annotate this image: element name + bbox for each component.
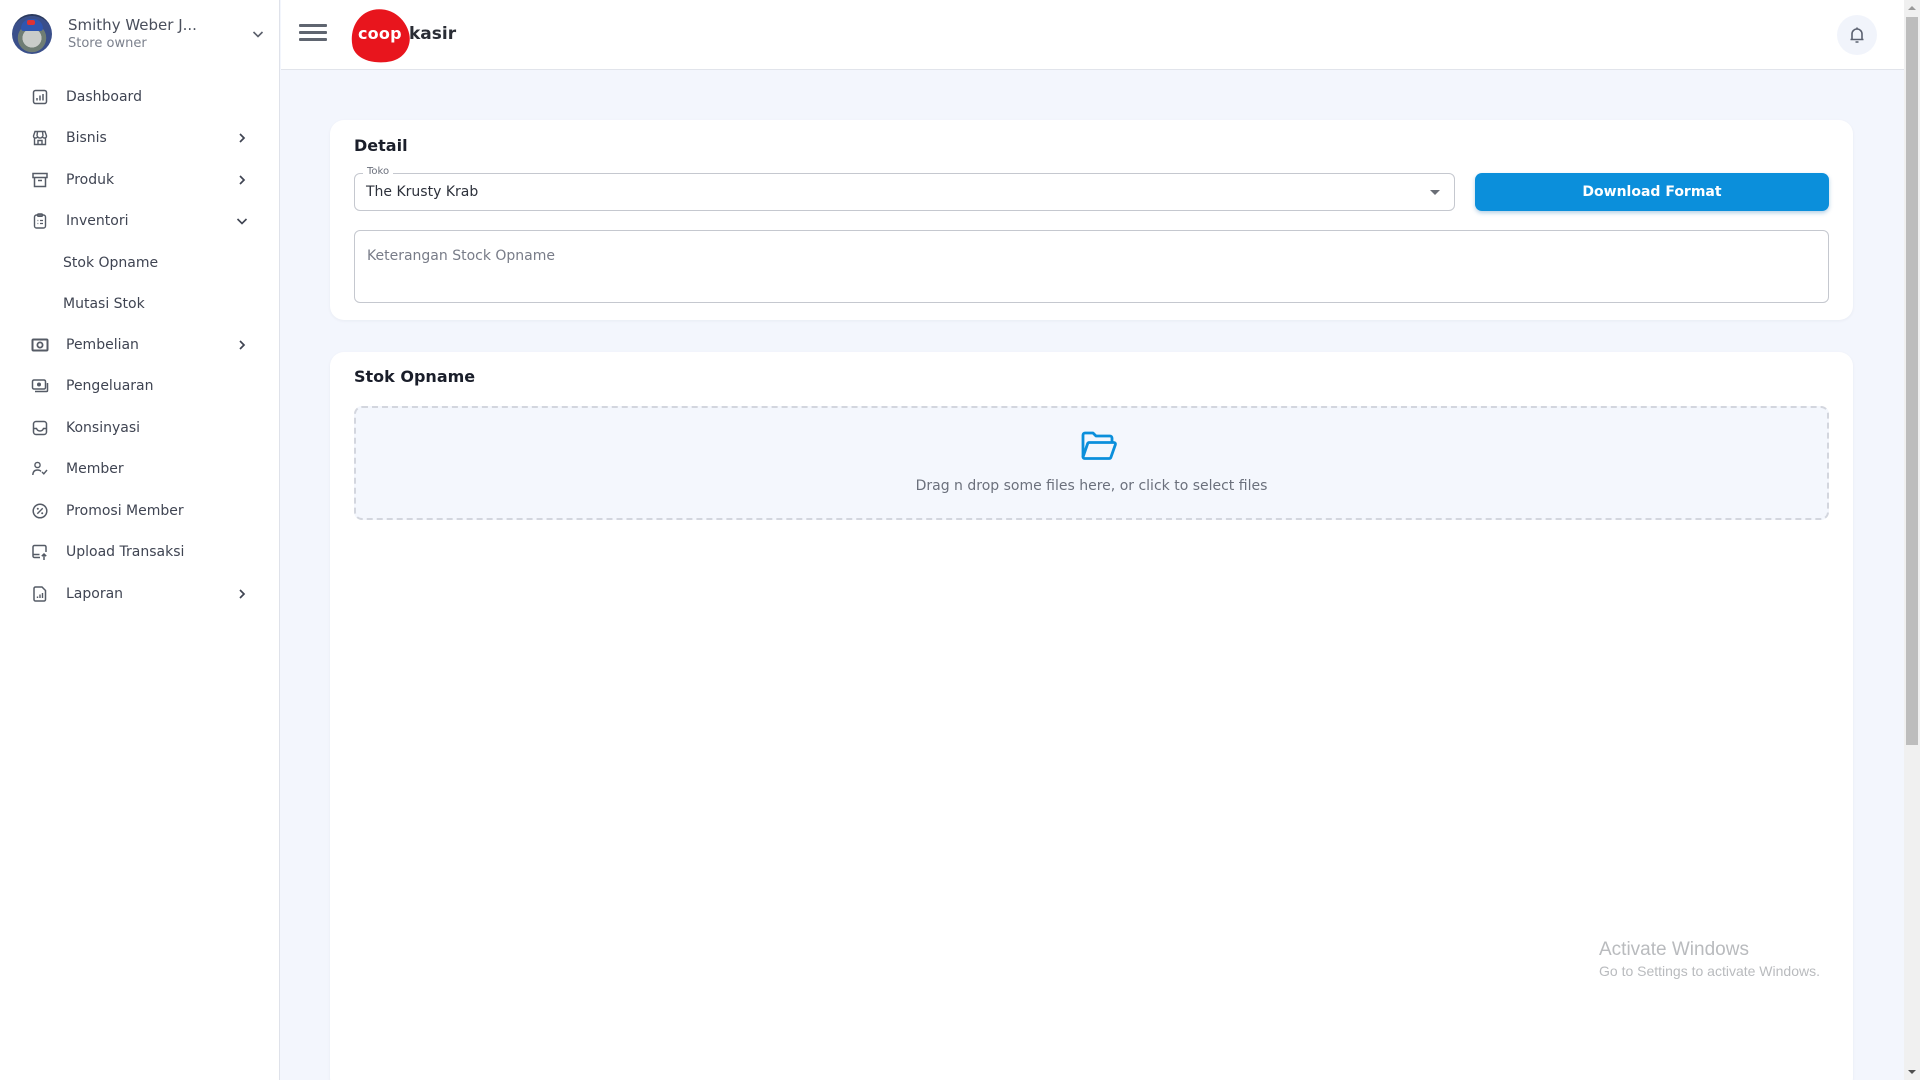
sidebar-item-konsinyasi[interactable]: Konsinyasi: [0, 407, 280, 449]
scrollbar-thumb[interactable]: [1906, 17, 1918, 745]
sidebar-item-label: Pembelian: [66, 336, 139, 353]
detail-card: Detail Toko The Krusty Krab Download For…: [330, 120, 1853, 320]
keterangan-placeholder: Keterangan Stock Opname: [367, 248, 556, 264]
download-format-button[interactable]: Download Format: [1475, 173, 1829, 211]
page-scrollbar[interactable]: [1904, 0, 1920, 1080]
watermark-title: Activate Windows: [1599, 939, 1749, 960]
sidebar-item-pembelian[interactable]: Pembelian: [0, 324, 280, 366]
notification-bell-icon[interactable]: [1837, 15, 1877, 55]
sidebar-item-produk[interactable]: Produk: [0, 159, 280, 201]
sidebar-item-label: Upload Transaksi: [66, 544, 185, 561]
chevron-right-icon: [234, 586, 250, 602]
chevron-right-icon: [234, 172, 250, 188]
sidebar: Smithy Weber J... Store owner Dashboard …: [0, 0, 280, 1080]
caret-down-icon: [1430, 190, 1440, 195]
sidebar-item-inventori[interactable]: Inventori: [0, 201, 280, 243]
scroll-up-arrow-icon[interactable]: [1908, 6, 1916, 10]
sidebar-item-label: Inventori: [66, 213, 129, 230]
sidebar-item-laporan[interactable]: Laporan: [0, 573, 280, 615]
money-stack-icon: [30, 376, 50, 396]
sidebar-item-label: Promosi Member: [66, 502, 184, 519]
logo: coop kasir: [346, 3, 471, 69]
sidebar-item-label: Dashboard: [66, 88, 142, 105]
sidebar-item-pengeluaran[interactable]: Pengeluaran: [0, 366, 280, 408]
chevron-down-icon[interactable]: [248, 24, 268, 44]
watermark-subtitle: Go to Settings to activate Windows.: [1599, 963, 1820, 979]
topbar: coop kasir: [281, 0, 1904, 70]
chevron-right-icon: [234, 337, 250, 353]
toko-label: Toko: [363, 166, 394, 177]
report-icon: [30, 584, 50, 604]
bar-chart-icon: [30, 87, 50, 107]
store-icon: [30, 128, 50, 148]
detail-title: Detail: [354, 136, 408, 155]
sidebar-item-member[interactable]: Member: [0, 449, 280, 491]
sidebar-subitem-stok-opname[interactable]: Stok Opname: [0, 242, 280, 283]
inbox-icon: [30, 418, 50, 438]
user-check-icon: [30, 459, 50, 479]
windows-activation-watermark: Activate Windows Go to Settings to activ…: [1599, 938, 1820, 981]
user-name: Smithy Weber J...: [68, 16, 197, 34]
logo-secondary-text: kasir: [409, 24, 457, 44]
sidebar-item-bisnis[interactable]: Bisnis: [0, 118, 280, 160]
archive-box-icon: [30, 170, 50, 190]
clipboard-list-icon: [30, 211, 50, 231]
logo-primary-text: coop: [358, 24, 402, 43]
hamburger-menu-icon[interactable]: [299, 20, 327, 50]
sidebar-item-upload-transaksi[interactable]: Upload Transaksi: [0, 532, 280, 574]
sidebar-item-dashboard[interactable]: Dashboard: [0, 76, 280, 118]
sidebar-item-label: Konsinyasi: [66, 419, 141, 436]
upload-screen-icon: [30, 542, 50, 562]
sidebar-item-label: Member: [66, 461, 124, 478]
scroll-down-arrow-icon[interactable]: [1908, 1070, 1916, 1074]
folder-open-icon: [1081, 431, 1117, 460]
sidebar-subitem-mutasi-stok[interactable]: Mutasi Stok: [0, 283, 280, 324]
stok-opname-title: Stok Opname: [354, 367, 476, 386]
sidebar-item-label: Laporan: [66, 585, 124, 602]
chevron-down-icon: [234, 213, 250, 229]
user-role: Store owner: [68, 36, 147, 51]
toko-select[interactable]: Toko The Krusty Krab: [354, 166, 1455, 211]
discount-icon: [30, 501, 50, 521]
file-dropzone[interactable]: Drag n drop some files here, or click to…: [354, 406, 1829, 520]
chevron-right-icon: [234, 130, 250, 146]
user-profile-menu[interactable]: Smithy Weber J... Store owner: [12, 12, 268, 56]
sidebar-item-label: Bisnis: [66, 130, 107, 147]
sidebar-nav: Dashboard Bisnis Produk Inventori Stok O…: [0, 76, 280, 615]
sidebar-item-label: Pengeluaran: [66, 378, 154, 395]
toko-value: The Krusty Krab: [366, 184, 479, 200]
sidebar-item-label: Produk: [66, 171, 115, 188]
sidebar-item-promosi-member[interactable]: Promosi Member: [0, 490, 280, 532]
cash-icon: [30, 335, 50, 355]
dropzone-text: Drag n drop some files here, or click to…: [915, 478, 1268, 494]
avatar: [12, 14, 52, 54]
keterangan-textarea[interactable]: Keterangan Stock Opname: [354, 230, 1829, 303]
